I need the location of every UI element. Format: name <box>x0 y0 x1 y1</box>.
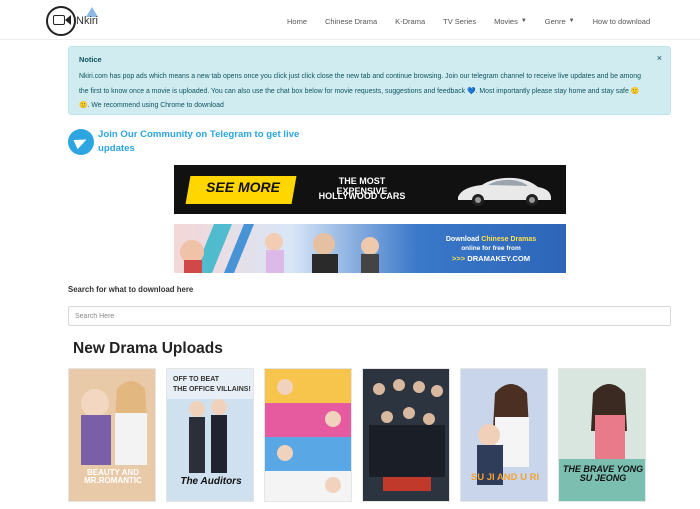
close-icon[interactable]: × <box>657 53 662 63</box>
paper-plane-icon <box>73 134 89 150</box>
nav-label: Chinese Drama <box>325 16 378 26</box>
poster-card[interactable]: OFF TO BEAT THE OFFICE VILLAINS! The Aud… <box>166 368 254 502</box>
telegram-text: Join Our Community on Telegram to get li… <box>98 129 300 154</box>
banner-ad-cars[interactable]: SEE MORE THE MOST EXPENSIVE HOLLYWOOD CA… <box>174 165 566 214</box>
poster-title: BEAUTY AND MR.ROMANTIC <box>84 468 142 486</box>
section-title: New Drama Uploads <box>73 340 223 357</box>
main-nav: Home Chinese Drama K-Drama TV Series Mov… <box>287 14 650 28</box>
ad-site-name: DRAMAKEY.COM <box>467 254 531 263</box>
ad-line-3: >>> DRAMAKEY.COM <box>426 254 556 263</box>
nav-item-how-to-download[interactable]: How to download <box>593 17 651 26</box>
poster-title: SU JI AND U RI <box>470 472 540 483</box>
video-camera-lens-icon <box>65 15 71 25</box>
notice-alert: Notice Nkiri.com has pop ads which means… <box>68 46 671 115</box>
poster-grid: BEAUTY AND MR.ROMANTIC OFF TO BEAT THE O… <box>68 368 648 509</box>
poster-card[interactable]: THE BRAVE YONG SU JEONG <box>558 368 646 502</box>
poster-card[interactable] <box>264 368 352 502</box>
poster-card[interactable]: BEAUTY AND MR.ROMANTIC <box>68 368 156 502</box>
nav-label: How to download <box>592 16 651 26</box>
site-logo[interactable]: Nkiri <box>46 5 104 37</box>
banner-ad-dramakey[interactable]: Download Chinese Dramas online for free … <box>174 224 566 273</box>
ad-artwork <box>180 224 379 273</box>
nav-label: Genre <box>544 16 566 26</box>
svg-text:OFF TO BEAT: OFF TO BEAT <box>173 376 220 383</box>
nav-label: Movies <box>494 16 518 26</box>
nav-item-k-drama[interactable]: K-Drama <box>395 17 425 26</box>
nav-label: TV Series <box>443 16 477 26</box>
nav-label: Home <box>287 16 308 26</box>
ad-headline-2: HOLLYWOOD CARS <box>318 191 406 201</box>
poster-card[interactable]: SU JI AND U RI <box>460 368 548 502</box>
svg-text:THE OFFICE VILLAINS!: THE OFFICE VILLAINS! <box>173 386 251 393</box>
poster-image <box>363 369 449 501</box>
ad-line-2: online for free from <box>461 245 521 252</box>
nav-item-home[interactable]: Home <box>287 17 307 26</box>
nav-item-chinese-drama[interactable]: Chinese Drama <box>325 17 377 26</box>
arrows-icon: >>> <box>451 254 466 263</box>
notice-body: Nkiri.com has pop ads which means a new … <box>79 73 641 109</box>
search-label: Search for what to download here <box>68 285 194 294</box>
search-input[interactable] <box>68 306 671 326</box>
logo-text: Nkiri <box>76 15 98 27</box>
poster-title: The Auditors <box>180 476 242 487</box>
ad-line-1-highlight: Chinese Dramas <box>481 236 537 243</box>
ad-line-1-prefix: Download <box>445 236 480 243</box>
car-image <box>458 177 551 206</box>
nav-item-movies[interactable]: Movies ▼ <box>494 17 527 26</box>
site-header: Nkiri Home Chinese Drama K-Drama TV Seri… <box>0 0 700 40</box>
ad-cta: SEE MORE <box>206 179 280 195</box>
chevron-down-icon: ▼ <box>520 18 527 24</box>
telegram-link[interactable]: Join Our Community on Telegram to get li… <box>68 127 308 157</box>
notice-title: Notice <box>79 55 102 64</box>
telegram-icon <box>68 129 94 155</box>
ad-line-1: Download Chinese Dramas <box>426 236 556 243</box>
nav-label: K-Drama <box>395 16 426 26</box>
poster-card[interactable] <box>362 368 450 502</box>
video-camera-icon <box>53 15 65 25</box>
nav-item-tv-series[interactable]: TV Series <box>443 17 476 26</box>
poster-title: THE BRAVE YONG SU JEONG <box>562 464 644 484</box>
poster-image <box>265 369 351 501</box>
nav-item-genre[interactable]: Genre ▼ <box>545 17 575 26</box>
chevron-down-icon: ▼ <box>568 18 575 24</box>
